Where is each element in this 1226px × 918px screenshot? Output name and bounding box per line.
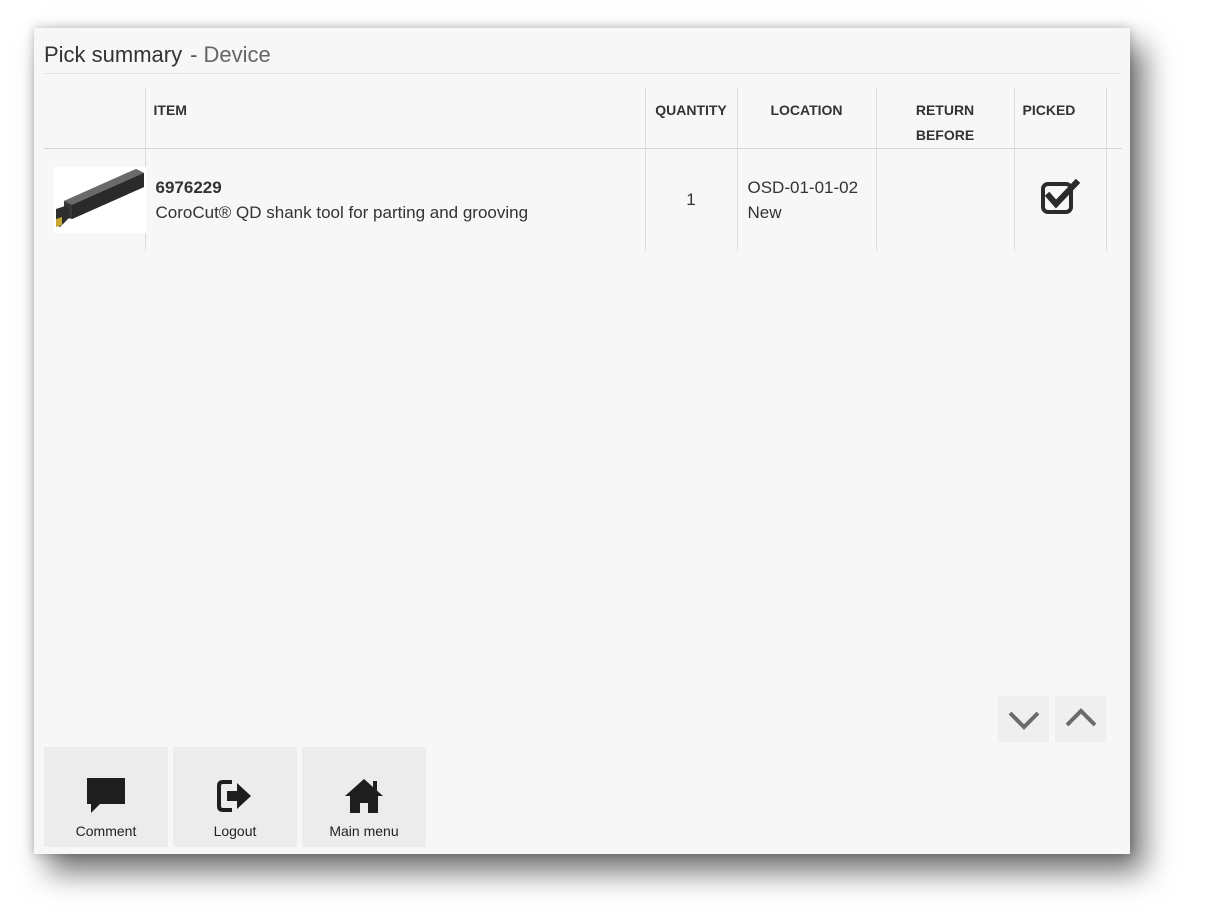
location-code: OSD-01-01-02: [747, 177, 859, 197]
column-header-spacer: [1106, 88, 1122, 149]
item-condition: New: [747, 202, 782, 222]
column-header-return-before: RETURN BEFORE: [876, 88, 1015, 149]
return-before-line2: BEFORE: [915, 127, 975, 143]
checked-checkbox-icon[interactable]: [1040, 179, 1081, 215]
column-header-image: [44, 88, 146, 149]
return-before-cell: [876, 148, 1015, 251]
return-before-line1: RETURN: [915, 102, 975, 118]
column-header-quantity: QUANTITY: [645, 88, 738, 149]
scroll-up-button[interactable]: [1055, 696, 1106, 742]
page-subtitle: Device: [203, 42, 271, 67]
shank-tool-image: [54, 166, 146, 233]
logout-button[interactable]: Logout: [173, 747, 297, 847]
picked-cell[interactable]: [1014, 148, 1107, 251]
quantity-cell: 1: [645, 148, 738, 251]
comment-button[interactable]: Comment: [44, 747, 168, 847]
main-menu-button[interactable]: Main menu: [302, 747, 426, 847]
column-header-picked: PICKED: [1014, 88, 1107, 149]
row-spacer-cell: [1106, 149, 1122, 251]
comment-label: Comment: [75, 822, 137, 839]
item-number: 6976229: [155, 177, 222, 197]
item-image-cell: [44, 148, 146, 251]
logout-icon: [217, 779, 251, 812]
column-header-location: LOCATION: [737, 88, 877, 149]
page-title: Pick summary - Device: [44, 40, 1120, 74]
page-title-main: Pick summary: [44, 42, 183, 67]
column-header-item: ITEM: [145, 88, 646, 149]
main-menu-label: Main menu: [329, 822, 399, 839]
pick-summary-window: Pick summary - Device ITEM QUANTITY LOCATI…: [34, 28, 1130, 854]
pick-table: ITEM QUANTITY LOCATION RETURN BEFORE PICK…: [44, 88, 1122, 251]
title-separator: -: [190, 42, 198, 67]
item-cell: 6976229 CoroCut® QD shank tool for parti…: [145, 148, 646, 251]
scroll-down-button[interactable]: [998, 696, 1049, 742]
chevron-down-icon: [1008, 711, 1039, 730]
table-header-row: ITEM QUANTITY LOCATION RETURN BEFORE PICK…: [44, 88, 1122, 149]
location-cell: OSD-01-01-02 New: [737, 148, 877, 251]
table-row[interactable]: 6976229 CoroCut® QD shank tool for parti…: [44, 148, 1122, 251]
home-icon: [345, 778, 383, 813]
logout-label: Logout: [213, 822, 257, 839]
comment-icon: [87, 777, 125, 813]
item-description: CoroCut® QD shank tool for parting and g…: [155, 202, 529, 222]
chevron-up-icon: [1065, 708, 1096, 727]
